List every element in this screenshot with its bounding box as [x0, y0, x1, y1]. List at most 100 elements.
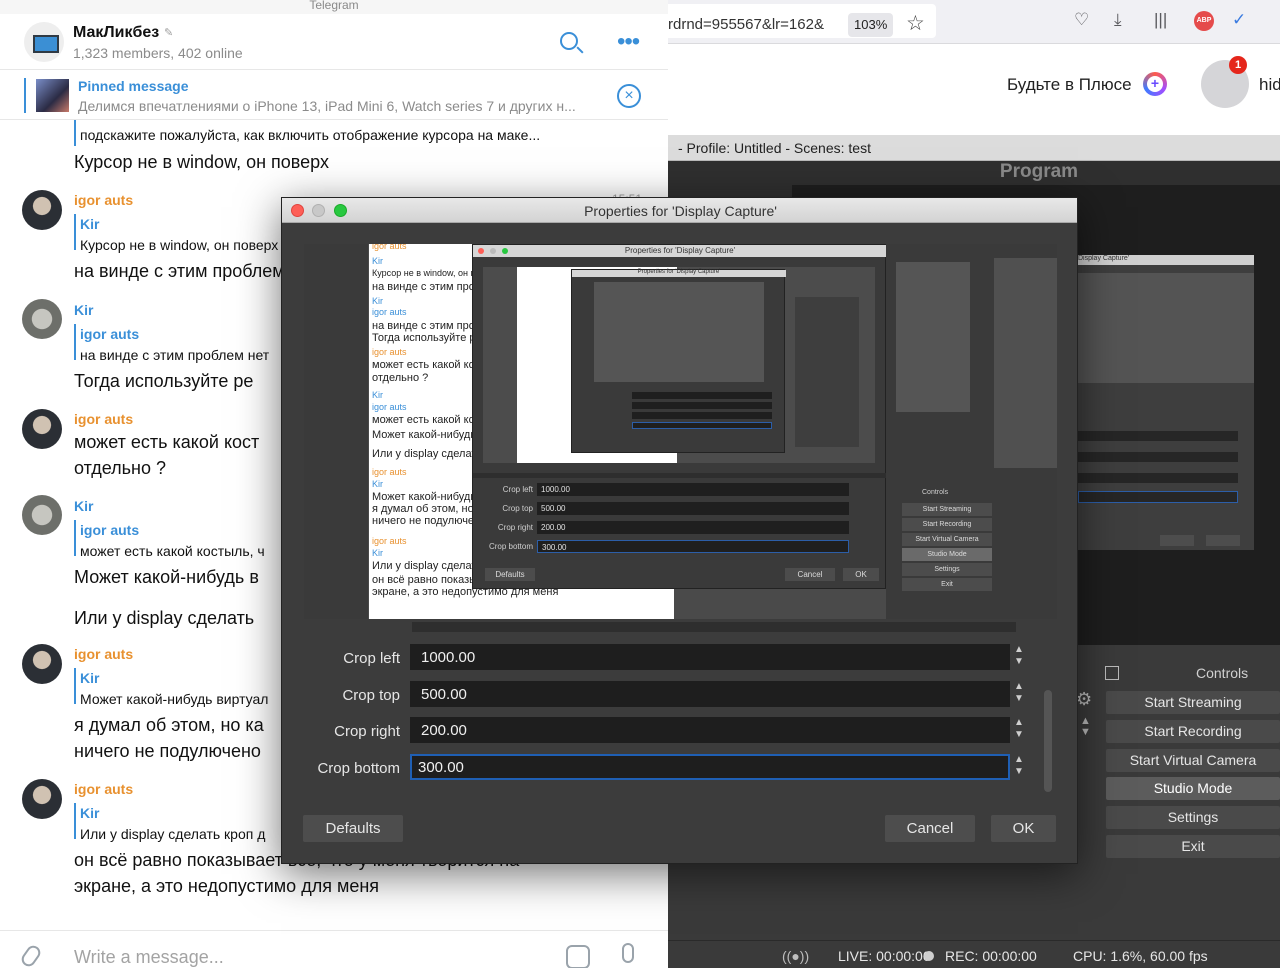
- preview-deep-title: Properties for 'Display Capture': [637, 269, 721, 275]
- channel-avatar[interactable]: [24, 22, 64, 62]
- reply-preview-text[interactable]: на винде с этим проблем нет: [80, 347, 269, 363]
- avatar[interactable]: [22, 779, 62, 819]
- cancel-button[interactable]: Cancel: [885, 815, 975, 842]
- program-echo-button: [1206, 535, 1240, 546]
- adblock-icon[interactable]: ABP: [1194, 11, 1214, 31]
- bookmark-star-icon[interactable]: ☆: [906, 11, 925, 36]
- reply-sender[interactable]: Kir: [80, 670, 99, 686]
- avatar[interactable]: [22, 644, 62, 684]
- settings-button[interactable]: Settings: [1106, 806, 1280, 829]
- pinned-title: Pinned message: [78, 78, 189, 94]
- preview-settings: Settings: [902, 563, 992, 576]
- message-text: Или у display сделать: [74, 608, 255, 628]
- start-recording-button[interactable]: Start Recording: [1106, 720, 1280, 743]
- reply-sender[interactable]: igor auts: [80, 522, 139, 538]
- downloads-icon[interactable]: ⤓: [1114, 10, 1122, 30]
- reply-accent-bar: [74, 520, 76, 556]
- avatar[interactable]: [22, 409, 62, 449]
- message-input[interactable]: [74, 947, 534, 968]
- preview-chat-line: может есть какой кост: [372, 359, 486, 371]
- dialog-titlebar[interactable]: Properties for 'Display Capture': [282, 198, 1077, 223]
- user-name[interactable]: hid: [1259, 75, 1280, 95]
- preview-chat-line: Тогда используйте ре: [372, 332, 482, 344]
- pinned-accent-bar: [24, 78, 26, 113]
- reply-preview-text[interactable]: Может какой-нибудь виртуал: [80, 691, 268, 707]
- reply-preview-text[interactable]: может есть какой костыль, ч: [80, 543, 265, 559]
- reply-preview-text[interactable]: Или у display сделать кроп д: [80, 826, 265, 842]
- zoom-indicator[interactable]: 103%: [848, 13, 894, 37]
- search-icon[interactable]: [560, 32, 578, 50]
- preview-chat-line: ничего не подулючено: [372, 515, 487, 527]
- properties-scrollbar[interactable]: [1044, 690, 1052, 792]
- preview-crop-bottom-field: 300.00: [537, 540, 849, 553]
- preview-exit: Exit: [902, 578, 992, 591]
- preview-chat-line: Kir: [372, 256, 383, 266]
- reply-sender[interactable]: Kir: [80, 805, 99, 821]
- plus-logo-icon[interactable]: [1143, 72, 1167, 96]
- sticker-icon[interactable]: [566, 945, 590, 968]
- studio-mode-button[interactable]: Studio Mode: [1106, 777, 1280, 800]
- ok-button[interactable]: OK: [991, 815, 1056, 842]
- defaults-button[interactable]: Defaults: [303, 815, 403, 842]
- avatar[interactable]: [22, 190, 62, 230]
- sender-name[interactable]: Kir: [74, 302, 93, 318]
- crop-left-field[interactable]: [410, 644, 1010, 670]
- pinned-message-bar[interactable]: Pinned message Делимся впечатлениями о i…: [0, 71, 668, 120]
- preview-hscrollbar[interactable]: [412, 622, 1016, 632]
- extension-icon[interactable]: ✓: [1232, 10, 1246, 30]
- browser-window: rdrnd=955567&lr=162& 103% ☆ ♡ ⤓ ||| ABP …: [668, 0, 1280, 135]
- crop-left-stepper[interactable]: ▲ ▼: [1010, 644, 1028, 670]
- obs-window-title: - Profile: Untitled - Scenes: test: [678, 140, 871, 156]
- scene-up-down-icon[interactable]: ▲ ▼: [1080, 716, 1091, 738]
- preview-defaults-button: Defaults: [485, 568, 535, 581]
- channel-members[interactable]: 1,323 members, 402 online: [73, 45, 243, 61]
- reply-accent-bar: [74, 324, 76, 360]
- more-icon[interactable]: •••: [617, 28, 640, 56]
- start-streaming-button[interactable]: Start Streaming: [1106, 691, 1280, 714]
- program-echo-preview: [1078, 273, 1254, 383]
- crop-top-stepper[interactable]: ▲ ▼: [1010, 681, 1028, 707]
- reply-sender[interactable]: igor auts: [80, 326, 139, 342]
- attach-icon[interactable]: [18, 942, 44, 968]
- sender-name[interactable]: igor auts: [74, 646, 133, 662]
- crop-bottom-field[interactable]: [410, 754, 1010, 780]
- preview-deep-field: [632, 402, 772, 409]
- avatar[interactable]: [22, 495, 62, 535]
- sender-name[interactable]: Kir: [74, 498, 93, 514]
- message-composer: [0, 930, 668, 968]
- dock-float-icon[interactable]: [1105, 666, 1119, 680]
- message-text: экране, а это недопустимо для меня: [74, 876, 380, 896]
- preview-deep-preview: [594, 282, 764, 382]
- sender-name[interactable]: igor auts: [74, 192, 133, 208]
- obs-statusbar: ((●)) LIVE: 00:00:00 REC: 00:00:00 CPU: …: [668, 940, 1280, 968]
- channel-name[interactable]: МакЛикбез: [73, 24, 159, 42]
- address-bar[interactable]: rdrnd=955567&lr=162& 103% ☆: [668, 4, 936, 38]
- exit-button[interactable]: Exit: [1106, 835, 1280, 858]
- controls-header: Controls: [1196, 665, 1249, 681]
- crop-right-stepper[interactable]: ▲ ▼: [1010, 717, 1028, 743]
- pocket-icon[interactable]: ♡: [1074, 10, 1089, 30]
- preview-chat-line: igor auts: [372, 347, 407, 357]
- close-pinned-icon[interactable]: ×: [617, 84, 641, 108]
- url-text[interactable]: rdrnd=955567&lr=162&: [668, 16, 840, 33]
- reply-sender[interactable]: Kir: [80, 216, 99, 232]
- reply-accent-bar: [74, 668, 76, 704]
- preview-deep-field: [632, 392, 772, 399]
- crop-bottom-stepper[interactable]: ▲ ▼: [1010, 754, 1028, 780]
- gear-icon[interactable]: ⚙: [1076, 689, 1092, 710]
- notification-badge: 1: [1229, 56, 1247, 74]
- avatar[interactable]: [22, 299, 62, 339]
- start-virtual-camera-button[interactable]: Start Virtual Camera: [1106, 749, 1280, 772]
- crop-right-field[interactable]: [410, 717, 1010, 743]
- preview-dialog-titlebar: Properties for 'Display Capture': [473, 245, 887, 257]
- reply-preview-text[interactable]: Курсор не в window, он поверх: [80, 237, 278, 253]
- crop-top-field[interactable]: [410, 681, 1010, 707]
- microphone-icon[interactable]: [622, 943, 634, 963]
- preview-crop-left-label: Crop left: [502, 485, 533, 494]
- sender-name[interactable]: igor auts: [74, 781, 133, 797]
- library-icon[interactable]: |||: [1154, 10, 1167, 30]
- plus-promo-text[interactable]: Будьте в Плюсе: [1007, 75, 1132, 95]
- reply-preview-text[interactable]: подскажите пожалуйста, как включить отоб…: [80, 127, 540, 143]
- preview-chat-line: igor auts: [372, 244, 407, 251]
- sender-name[interactable]: igor auts: [74, 411, 133, 427]
